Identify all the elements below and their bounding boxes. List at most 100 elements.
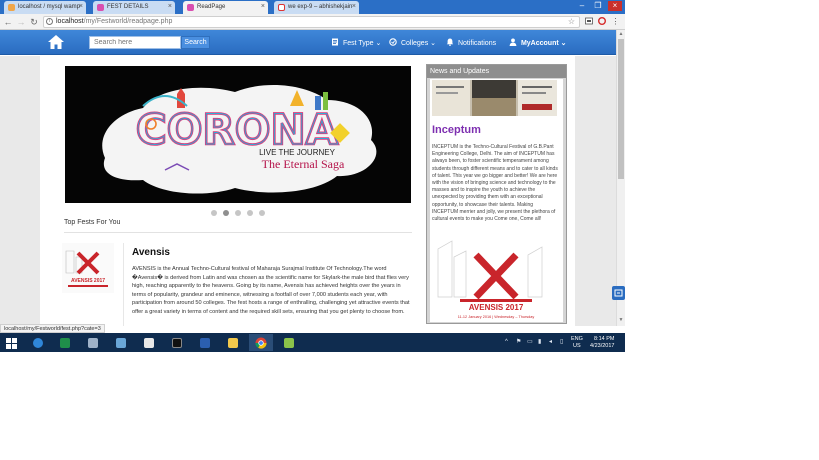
reload-icon[interactable]: ↻	[29, 16, 39, 28]
close-icon[interactable]: ×	[168, 3, 172, 10]
window-close-icon[interactable]: ×	[608, 1, 622, 11]
terminal-icon	[172, 338, 182, 348]
search-input[interactable]	[89, 36, 181, 49]
clock-date[interactable]: 4/23/2017	[590, 343, 614, 349]
terminal-app[interactable]	[165, 334, 189, 351]
fest-title[interactable]: Avensis	[132, 247, 170, 258]
network-signal-icon[interactable]: ▮	[538, 339, 544, 345]
site-navbar: Search Fest Type ⌄ Colleges ⌄ Notificati…	[0, 30, 616, 55]
carousel-dot[interactable]	[247, 210, 253, 216]
fest-description: AVENSIS is the Annual Techno-Cultural fe…	[132, 266, 410, 315]
avensis-poster[interactable]: AVENSIS 2017 11-12 January 2016 | Wednes…	[432, 237, 560, 321]
start-button[interactable]	[0, 334, 24, 351]
tab-readpage[interactable]: ReadPage ×	[183, 1, 268, 14]
banner-word-outline: CORONA	[136, 105, 339, 154]
banner-tagline: LIVE THE JOURNEY	[259, 148, 336, 157]
divider	[64, 232, 412, 233]
paint-app[interactable]	[81, 334, 105, 351]
editor-app[interactable]	[137, 334, 161, 351]
tab-title: we exp-9 – abhishekjain	[288, 4, 353, 10]
language-top[interactable]: ENG	[571, 336, 583, 342]
fest-carousel[interactable]: CORONA CORONA LIVE THE JOURNEY The Etern…	[65, 66, 411, 203]
internet-explorer-app[interactable]	[26, 334, 50, 351]
tab-title: localhost / mysql wamp	[18, 4, 81, 10]
extension-icon[interactable]	[584, 17, 593, 27]
home-icon[interactable]	[48, 35, 64, 49]
avensis-thumbnail[interactable]: AVENSIS 2017	[62, 243, 114, 293]
carousel-dot[interactable]	[211, 210, 217, 216]
battery-icon[interactable]: ▯	[560, 339, 566, 345]
chrome-icon	[255, 337, 267, 349]
info-icon[interactable]: i	[46, 18, 53, 25]
fest-favicon-icon	[97, 4, 104, 11]
side-widget-icon[interactable]	[612, 286, 625, 300]
carousel-dot-active[interactable]	[223, 210, 229, 216]
notepad-app[interactable]	[277, 334, 301, 351]
colleges-label: Colleges	[400, 40, 429, 47]
scroll-thumb[interactable]	[618, 39, 624, 179]
tab-phpmyadmin[interactable]: localhost / mysql wamp ×	[4, 1, 86, 14]
fest-card[interactable]: AVENSIS 2017 Avensis AVENSIS is the Annu…	[62, 243, 412, 326]
browser-toolbar: ← → ↻ i localhost/my/Festworld/readpage.…	[0, 14, 625, 30]
chrome-app[interactable]	[249, 334, 273, 351]
document-icon	[332, 38, 338, 46]
flag-icon[interactable]: ⚑	[516, 339, 522, 345]
poster-caption: 11-12 January 2016 | Wednesday – Thursda…	[458, 315, 535, 319]
news-body: Inceptum INCEPTUM is the Techno-Cultural…	[430, 79, 563, 322]
carousel-dot[interactable]	[235, 210, 241, 216]
windows-taskbar: ^ ⚑ ▭ ▮ ◂ ▯ ENG US 8:14 PM 4/23/2017	[0, 333, 625, 352]
colleges-menu[interactable]: Colleges ⌄	[389, 38, 436, 48]
opera-extension-icon[interactable]	[597, 17, 606, 27]
card-divider	[123, 243, 124, 326]
page-scrollbar[interactable]: ▲ ▼	[616, 30, 625, 326]
language-bottom[interactable]: US	[573, 343, 581, 349]
scroll-up-arrow-icon[interactable]: ▲	[618, 31, 624, 38]
excel-app[interactable]	[53, 334, 77, 351]
news-description: INCEPTUM is the Techno-Cultural Festival…	[432, 144, 558, 223]
volume-icon[interactable]: ◂	[549, 339, 555, 345]
menu-dots-icon[interactable]: ⋮	[611, 17, 620, 27]
tab-gmail[interactable]: we exp-9 – abhishekjain ×	[274, 1, 359, 14]
chevron-down-icon: ⌄	[430, 40, 437, 47]
fest-type-menu[interactable]: Fest Type ⌄	[331, 38, 381, 48]
address-bar[interactable]: i localhost/my/Festworld/readpage.php	[43, 16, 580, 28]
clock-time[interactable]: 8:14 PM	[594, 336, 614, 342]
thumb-title: AVENSIS 2017	[71, 278, 105, 284]
screen: localhost / mysql wamp × FEST DETAILS × …	[0, 0, 625, 352]
tab-fest-details[interactable]: FEST DETAILS ×	[93, 1, 175, 14]
inceptum-thumbnail[interactable]	[432, 80, 557, 116]
word-icon	[200, 338, 210, 348]
close-icon[interactable]: ×	[79, 3, 83, 10]
file-manager-app[interactable]	[109, 334, 133, 351]
chevron-down-icon: ⌄	[375, 40, 382, 47]
network-icon	[116, 338, 126, 348]
account-label: MyAccount	[520, 40, 559, 47]
close-icon[interactable]: ×	[261, 3, 265, 10]
close-icon[interactable]: ×	[352, 3, 356, 10]
search-button[interactable]: Search	[181, 36, 210, 49]
carousel-dot[interactable]	[259, 210, 265, 216]
display-icon[interactable]: ▭	[527, 339, 533, 345]
forward-arrow-icon[interactable]: →	[16, 16, 26, 28]
folder-icon	[228, 338, 238, 348]
minimize-icon[interactable]: –	[575, 1, 589, 11]
account-menu[interactable]: MyAccount ⌄	[509, 38, 567, 48]
news-header: News and Updates	[427, 65, 566, 78]
chevron-down-icon: ⌄	[560, 40, 567, 47]
banner-subtitle: The Eternal Saga	[262, 157, 345, 171]
maximize-icon[interactable]: ❐	[591, 1, 605, 11]
windows-logo-icon	[6, 338, 17, 349]
excel-icon	[60, 338, 70, 348]
word-app[interactable]	[193, 334, 217, 351]
news-title[interactable]: Inceptum	[432, 124, 481, 136]
scroll-down-arrow-icon[interactable]: ▼	[618, 317, 624, 324]
back-arrow-icon[interactable]: ←	[3, 16, 13, 28]
status-url-bubble: localhost/my/Festworld/fest.php?cate=3	[0, 324, 105, 333]
bookmark-star-icon[interactable]: ☆	[567, 17, 576, 27]
gmail-favicon-icon	[278, 4, 285, 11]
news-panel: News and Updates Inceptum INCEPTUM is th…	[426, 64, 567, 324]
notifications-link[interactable]: Notifications	[446, 38, 496, 48]
url-host: localhost	[56, 18, 84, 25]
file-explorer-app[interactable]	[221, 334, 245, 351]
chevron-up-icon[interactable]: ^	[505, 339, 511, 345]
